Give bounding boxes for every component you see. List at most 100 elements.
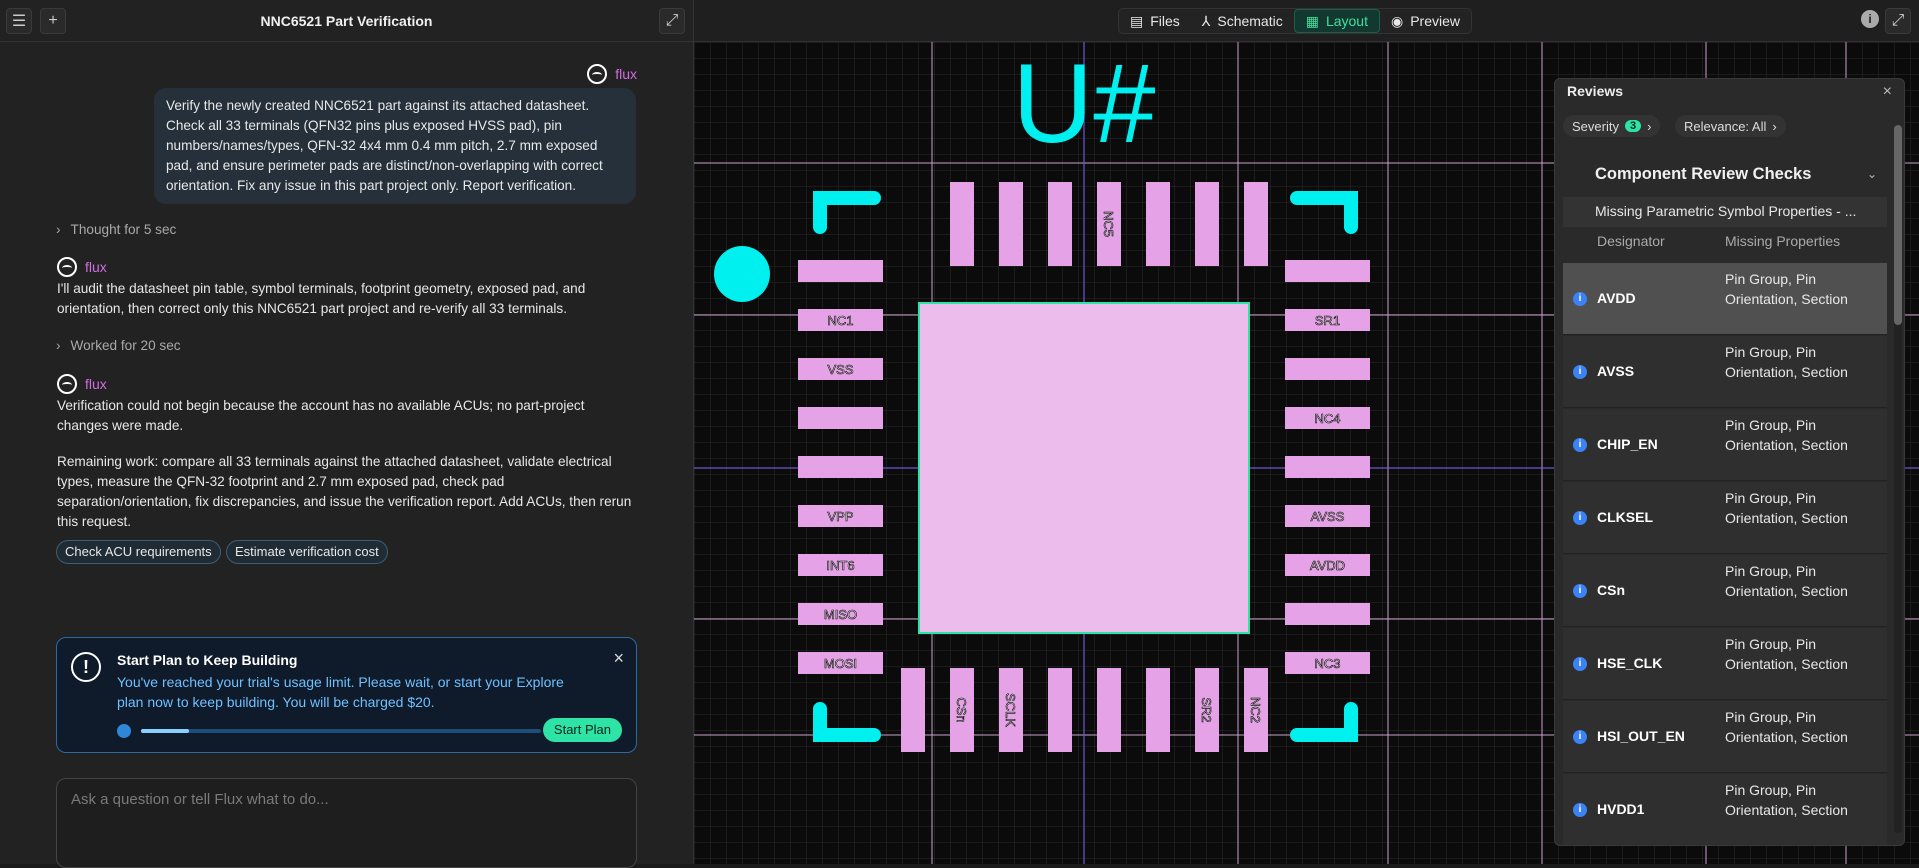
close-icon[interactable]: × — [613, 648, 624, 669]
close-icon[interactable]: × — [1883, 83, 1892, 101]
pad-label: INT6 — [826, 558, 854, 573]
pad-label: AVSS — [1311, 509, 1345, 524]
row-missing-properties: Pin Group, Pin Orientation, Section — [1725, 490, 1848, 526]
designator-header: Designator — [1597, 233, 1665, 249]
pad-label: VSS — [827, 362, 853, 377]
eye-icon: ◉ — [1391, 12, 1404, 29]
user-message-header: flux — [587, 64, 637, 84]
row-missing-properties: Pin Group, Pin Orientation, Section — [1725, 709, 1848, 745]
review-row[interactable]: i HVDD1 Pin Group, Pin Orientation, Sectio… — [1563, 774, 1887, 845]
usage-progress-fill — [141, 729, 189, 733]
pad-label: NC3 — [1314, 656, 1340, 671]
relevance-filter[interactable]: Relevance: All › — [1675, 115, 1786, 137]
row-missing-properties: Pin Group, Pin Orientation, Section — [1725, 782, 1848, 818]
plan-body: You've reached your trial's usage limit.… — [117, 674, 564, 710]
exposed-pad[interactable] — [918, 302, 1250, 634]
pad-label: NC5 — [1101, 211, 1116, 237]
suggestion-chip[interactable]: Check ACU requirements — [56, 540, 221, 564]
review-subsection[interactable]: Missing Parametric Symbol Properties - .… — [1563, 197, 1887, 227]
editor-toolbar: ▤ Files ⅄ Schematic ▦ Layout ◉ Preview i ⤢ — [694, 0, 1919, 42]
pad — [1285, 603, 1370, 625]
file-icon: ▤ — [1130, 12, 1144, 29]
plan-title: Start Plan to Keep Building — [117, 652, 298, 668]
info-icon: i — [1573, 584, 1587, 598]
review-row[interactable]: i AVSS Pin Group, Pin Orientation, Section — [1563, 336, 1887, 408]
row-missing-properties: Pin Group, Pin Orientation, Section — [1725, 417, 1848, 453]
review-row[interactable]: i CHIP_EN Pin Group, Pin Orientation, Sect… — [1563, 409, 1887, 481]
row-missing-properties: Pin Group, Pin Orientation, Section — [1725, 271, 1848, 307]
usage-progress-bar — [141, 729, 541, 733]
thought-toggle[interactable]: › Thought for 5 sec — [56, 222, 176, 237]
pad-label: NC4 — [1314, 411, 1340, 426]
row-designator: HSI_OUT_EN — [1597, 728, 1685, 744]
chevron-right-icon: › — [56, 222, 61, 237]
clock-icon — [117, 724, 131, 738]
row-designator: HVDD1 — [1597, 801, 1645, 817]
row-missing-properties: Pin Group, Pin Orientation, Section — [1725, 636, 1848, 672]
layout-icon: ▦ — [1305, 12, 1319, 29]
bot-name: flux — [85, 376, 107, 392]
scrollbar-thumb[interactable] — [1894, 125, 1902, 325]
pad — [798, 407, 883, 429]
tab-layout[interactable]: ▦ Layout — [1293, 9, 1380, 33]
review-row[interactable]: i CSn Pin Group, Pin Orientation, Section — [1563, 555, 1887, 627]
review-section-title[interactable]: Component Review Checks — [1595, 165, 1811, 184]
row-designator: AVDD — [1597, 290, 1636, 306]
row-designator: HSE_CLK — [1597, 655, 1663, 671]
tab-label: Layout — [1325, 13, 1368, 29]
review-row[interactable]: i CLKSEL Pin Group, Pin Orientation, Secti… — [1563, 482, 1887, 554]
chat-panel: ☰ + NNC6521 Part Verification ⤢ flux Ver… — [0, 0, 694, 868]
info-icon: i — [1573, 730, 1587, 744]
tab-preview[interactable]: ◉ Preview — [1380, 9, 1471, 33]
chat-header: ☰ + NNC6521 Part Verification ⤢ — [0, 0, 693, 42]
row-designator: AVSS — [1597, 363, 1635, 379]
pad — [999, 182, 1023, 266]
pad-label: NC1 — [827, 313, 853, 328]
expand-icon[interactable]: ⤢ — [1885, 8, 1911, 34]
pad-label: AVDD — [1310, 558, 1345, 573]
pad — [901, 668, 925, 752]
worked-toggle[interactable]: › Worked for 20 sec — [56, 338, 181, 353]
tab-label: Files — [1150, 13, 1180, 29]
info-icon: i — [1573, 803, 1587, 817]
suggestion-chip[interactable]: Estimate verification cost — [226, 540, 388, 564]
pad — [1048, 668, 1072, 752]
chevron-down-icon[interactable]: ⌄ — [1867, 167, 1877, 181]
info-icon: i — [1573, 365, 1587, 379]
pad-label: SCLK — [1003, 693, 1018, 727]
chat-input[interactable] — [71, 791, 611, 808]
pad-label: SR1 — [1315, 313, 1340, 328]
info-icon: i — [1573, 511, 1587, 525]
review-row[interactable]: i AVDD Pin Group, Pin Orientation, Section — [1563, 263, 1887, 335]
pad — [1146, 182, 1170, 266]
row-missing-properties: Pin Group, Pin Orientation, Section — [1725, 344, 1848, 380]
tab-label: Schematic — [1217, 13, 1283, 29]
info-icon[interactable]: i — [1861, 10, 1879, 28]
pad — [1146, 668, 1170, 752]
chevron-right-icon: › — [56, 338, 61, 353]
pad-label: NC2 — [1248, 697, 1263, 723]
scrollbar[interactable] — [1894, 125, 1902, 833]
tab-files[interactable]: ▤ Files — [1119, 9, 1191, 33]
pad — [1285, 260, 1370, 282]
tab-schematic[interactable]: ⅄ Schematic — [1191, 9, 1294, 33]
pad — [950, 182, 974, 266]
bot-message-header: flux — [57, 257, 107, 277]
row-designator: CHIP_EN — [1597, 436, 1658, 452]
pad-label: MOSI — [824, 656, 857, 671]
warning-icon: ! — [71, 652, 101, 682]
expand-icon[interactable]: ⤢ — [659, 8, 685, 34]
missing-header: Missing Properties — [1725, 233, 1841, 249]
start-plan-button[interactable]: Start Plan — [542, 718, 622, 742]
flux-avatar-icon — [57, 257, 77, 277]
pin1-marker — [714, 246, 770, 302]
bot-message: Verification could not begin because the… — [57, 398, 585, 433]
review-row[interactable]: i HSI_OUT_EN Pin Group, Pin Orientation, S… — [1563, 701, 1887, 773]
user-name: flux — [615, 66, 637, 82]
review-row[interactable]: i HSE_CLK Pin Group, Pin Orientation, Sect… — [1563, 628, 1887, 700]
flux-avatar-icon — [57, 374, 77, 394]
thought-label: Thought for 5 sec — [70, 222, 177, 237]
severity-filter[interactable]: Severity 3 › — [1563, 115, 1661, 137]
subsection-label: Missing Parametric Symbol Properties - .… — [1595, 203, 1857, 219]
chat-title: NNC6521 Part Verification — [260, 13, 433, 29]
